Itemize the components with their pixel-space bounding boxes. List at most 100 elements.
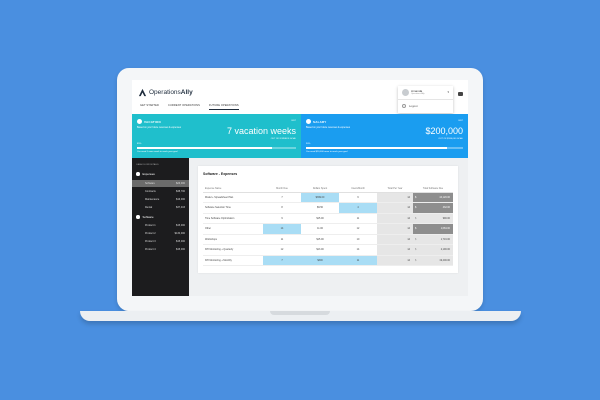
sidebar-item-product-3[interactable]: Product 3 $15,000	[132, 238, 189, 245]
total-value: 44,120.00	[439, 195, 450, 199]
table-row[interactable]: KPI Monitoring + Quarterly 12 $13.00 14 14 $2…	[203, 244, 453, 256]
salary-title: SALARY	[313, 119, 327, 124]
cell-dollars[interactable]: $15.00	[301, 234, 339, 245]
column-header[interactable]: Expense Name	[203, 185, 263, 193]
main-tabs: GET STARTED CURRENT OPERATIONS FUTURE OP…	[140, 104, 248, 110]
sidebar-item-value: $15,000	[175, 224, 185, 227]
cell-name: Time Software Optimization	[203, 213, 263, 224]
sidebar-item-label: Product 3	[145, 240, 156, 243]
sidebar-item-software[interactable]: Software $26,000	[132, 180, 189, 187]
cell-year: 14	[377, 192, 413, 203]
sidebar-item-contracts[interactable]: Contracts $38,700	[132, 188, 189, 195]
vacation-footnote: You need 1 more week to reach your goal	[137, 151, 178, 153]
column-header[interactable]: Users/Month	[339, 185, 377, 193]
table-row[interactable]: KPI Monitoring + Monthly 7 $300 11 14 $19,400…	[203, 255, 453, 266]
salary-footnote: You need $20,000 more to reach your goal	[306, 151, 348, 153]
cell-month[interactable]: 8	[263, 202, 301, 214]
app-logo[interactable]: Operations Ally	[138, 88, 193, 97]
cell-month[interactable]: 7	[263, 192, 301, 203]
sidebar-item-label: Contracts	[145, 190, 156, 193]
table-row[interactable]: Workshops 11 $15.00 10 14 $1,716.00	[203, 234, 453, 245]
salary-progress-bar	[306, 147, 463, 149]
table-row[interactable]: Time Software Optimization 9 $15.00 11 14 $99…	[203, 213, 453, 224]
table-row[interactable]: Other 14 11.00 12 14 $1,684.00	[203, 223, 453, 235]
cell-users[interactable]: 10	[339, 234, 377, 245]
sidebar-group-software[interactable]: Software	[136, 215, 154, 219]
column-header[interactable]: Dollars Spent	[301, 185, 339, 193]
cell-users[interactable]: 6	[339, 192, 377, 203]
logo-prefix: Operations	[149, 89, 181, 96]
cell-total: $1,716.00	[413, 234, 453, 245]
cell-dollars[interactable]: $13.00	[301, 244, 339, 256]
sidebar: CASH FLOW DETAILS Expenses Software $26,…	[132, 158, 189, 296]
column-header[interactable]: Month Due	[263, 185, 301, 193]
cell-users[interactable]: 4	[339, 202, 377, 214]
vacation-value: 7 vacation weeks	[226, 126, 296, 136]
cell-dollars[interactable]: $399.00	[301, 192, 339, 203]
cell-year: 14	[377, 255, 413, 266]
sidebar-item-label: Product 2	[145, 232, 156, 235]
sidebar-item-rental[interactable]: Rental $37,403	[132, 204, 189, 211]
cell-users[interactable]: 11	[339, 213, 377, 224]
column-header[interactable]: Total Software Due	[413, 185, 453, 193]
cell-year: 14	[377, 244, 413, 256]
tab-get-started[interactable]: GET STARTED	[140, 104, 159, 110]
sidebar-item-maintenance[interactable]: Maintenance $16,000	[132, 196, 189, 203]
total-value: 990.00	[442, 216, 450, 220]
currency-symbol: $	[415, 227, 417, 231]
vacation-banner: VACATION EDIT Based on your future reven…	[132, 114, 301, 158]
user-role: Operations Ally	[411, 93, 425, 95]
sidebar-item-label: Rental	[145, 206, 153, 209]
sidebar-item-product-4[interactable]: Product 4 $15,000	[132, 246, 189, 253]
cell-month[interactable]: 7	[263, 255, 301, 266]
total-value: 432.00	[442, 206, 450, 210]
cell-users[interactable]: 11	[339, 255, 377, 266]
salary-edit-link[interactable]: EDIT	[458, 120, 463, 122]
sidebar-item-label: Product 4	[145, 248, 156, 251]
avatar	[402, 89, 409, 96]
main-content: Software - Expenses Expense Name Month D…	[189, 158, 468, 296]
table-row[interactable]: Software Selection Time 8 $9.50 4 14 $432.00	[203, 202, 453, 214]
sidebar-item-product-1[interactable]: Product 1 $15,000	[132, 222, 189, 229]
sidebar-item-label: Software	[145, 182, 155, 185]
sidebar-item-value: $38,700	[175, 190, 185, 193]
cell-total: $2,190.00	[413, 244, 453, 256]
cell-month[interactable]: 9	[263, 213, 301, 224]
cell-year: 14	[377, 202, 413, 214]
total-value: 1,684.00	[440, 227, 450, 231]
currency-symbol: $	[415, 248, 417, 252]
salary-icon	[306, 119, 311, 124]
cell-dollars[interactable]: $15.00	[301, 213, 339, 224]
logout-label: Logout	[409, 104, 418, 108]
sidebar-group-expenses[interactable]: Expenses	[136, 172, 155, 176]
cell-month[interactable]: 12	[263, 244, 301, 256]
tab-future-operations[interactable]: FUTURE OPERATIONS	[208, 104, 239, 110]
chat-icon[interactable]	[458, 92, 463, 96]
cell-year: 14	[377, 223, 413, 235]
software-icon	[136, 215, 140, 219]
table-row[interactable]: Model + Spreadsheet Plan 7 $399.00 6 14 $44,1…	[203, 192, 453, 203]
tab-current-operations[interactable]: CURRENT OPERATIONS	[168, 104, 200, 110]
sidebar-item-product-2[interactable]: Product 2 $130,000	[132, 230, 189, 237]
cell-users[interactable]: 14	[339, 244, 377, 256]
cell-month[interactable]: 14	[263, 223, 301, 235]
logout-item[interactable]: Logout	[402, 104, 418, 108]
user-menu-toggle[interactable]: Amanda Operations Ally ▾	[398, 86, 453, 100]
salary-banner: SALARY EDIT Based on your future revenue…	[301, 114, 468, 158]
cell-users[interactable]: 12	[339, 223, 377, 235]
cell-dollars[interactable]: $300	[301, 255, 339, 266]
chevron-down-icon: ▾	[447, 90, 449, 94]
currency-symbol: $	[415, 258, 417, 262]
expenses-table: Expense Name Month Due Dollars Spent Use…	[203, 185, 453, 266]
expenses-card: Software - Expenses Expense Name Month D…	[198, 166, 458, 273]
cell-dollars[interactable]: $9.50	[301, 202, 339, 214]
sidebar-item-value: $37,403	[175, 206, 185, 209]
cell-month[interactable]: 11	[263, 234, 301, 245]
salary-description: Based on your future revenues & expenses	[306, 127, 351, 129]
cell-dollars[interactable]: 11.00	[301, 223, 339, 235]
cell-total: $19,400.00	[413, 255, 453, 266]
laptop-notch	[270, 311, 330, 315]
vacation-edit-link[interactable]: EDIT	[291, 120, 296, 122]
column-header[interactable]: Total Per Year	[377, 185, 413, 193]
cell-name: Model + Spreadsheet Plan	[203, 192, 263, 203]
